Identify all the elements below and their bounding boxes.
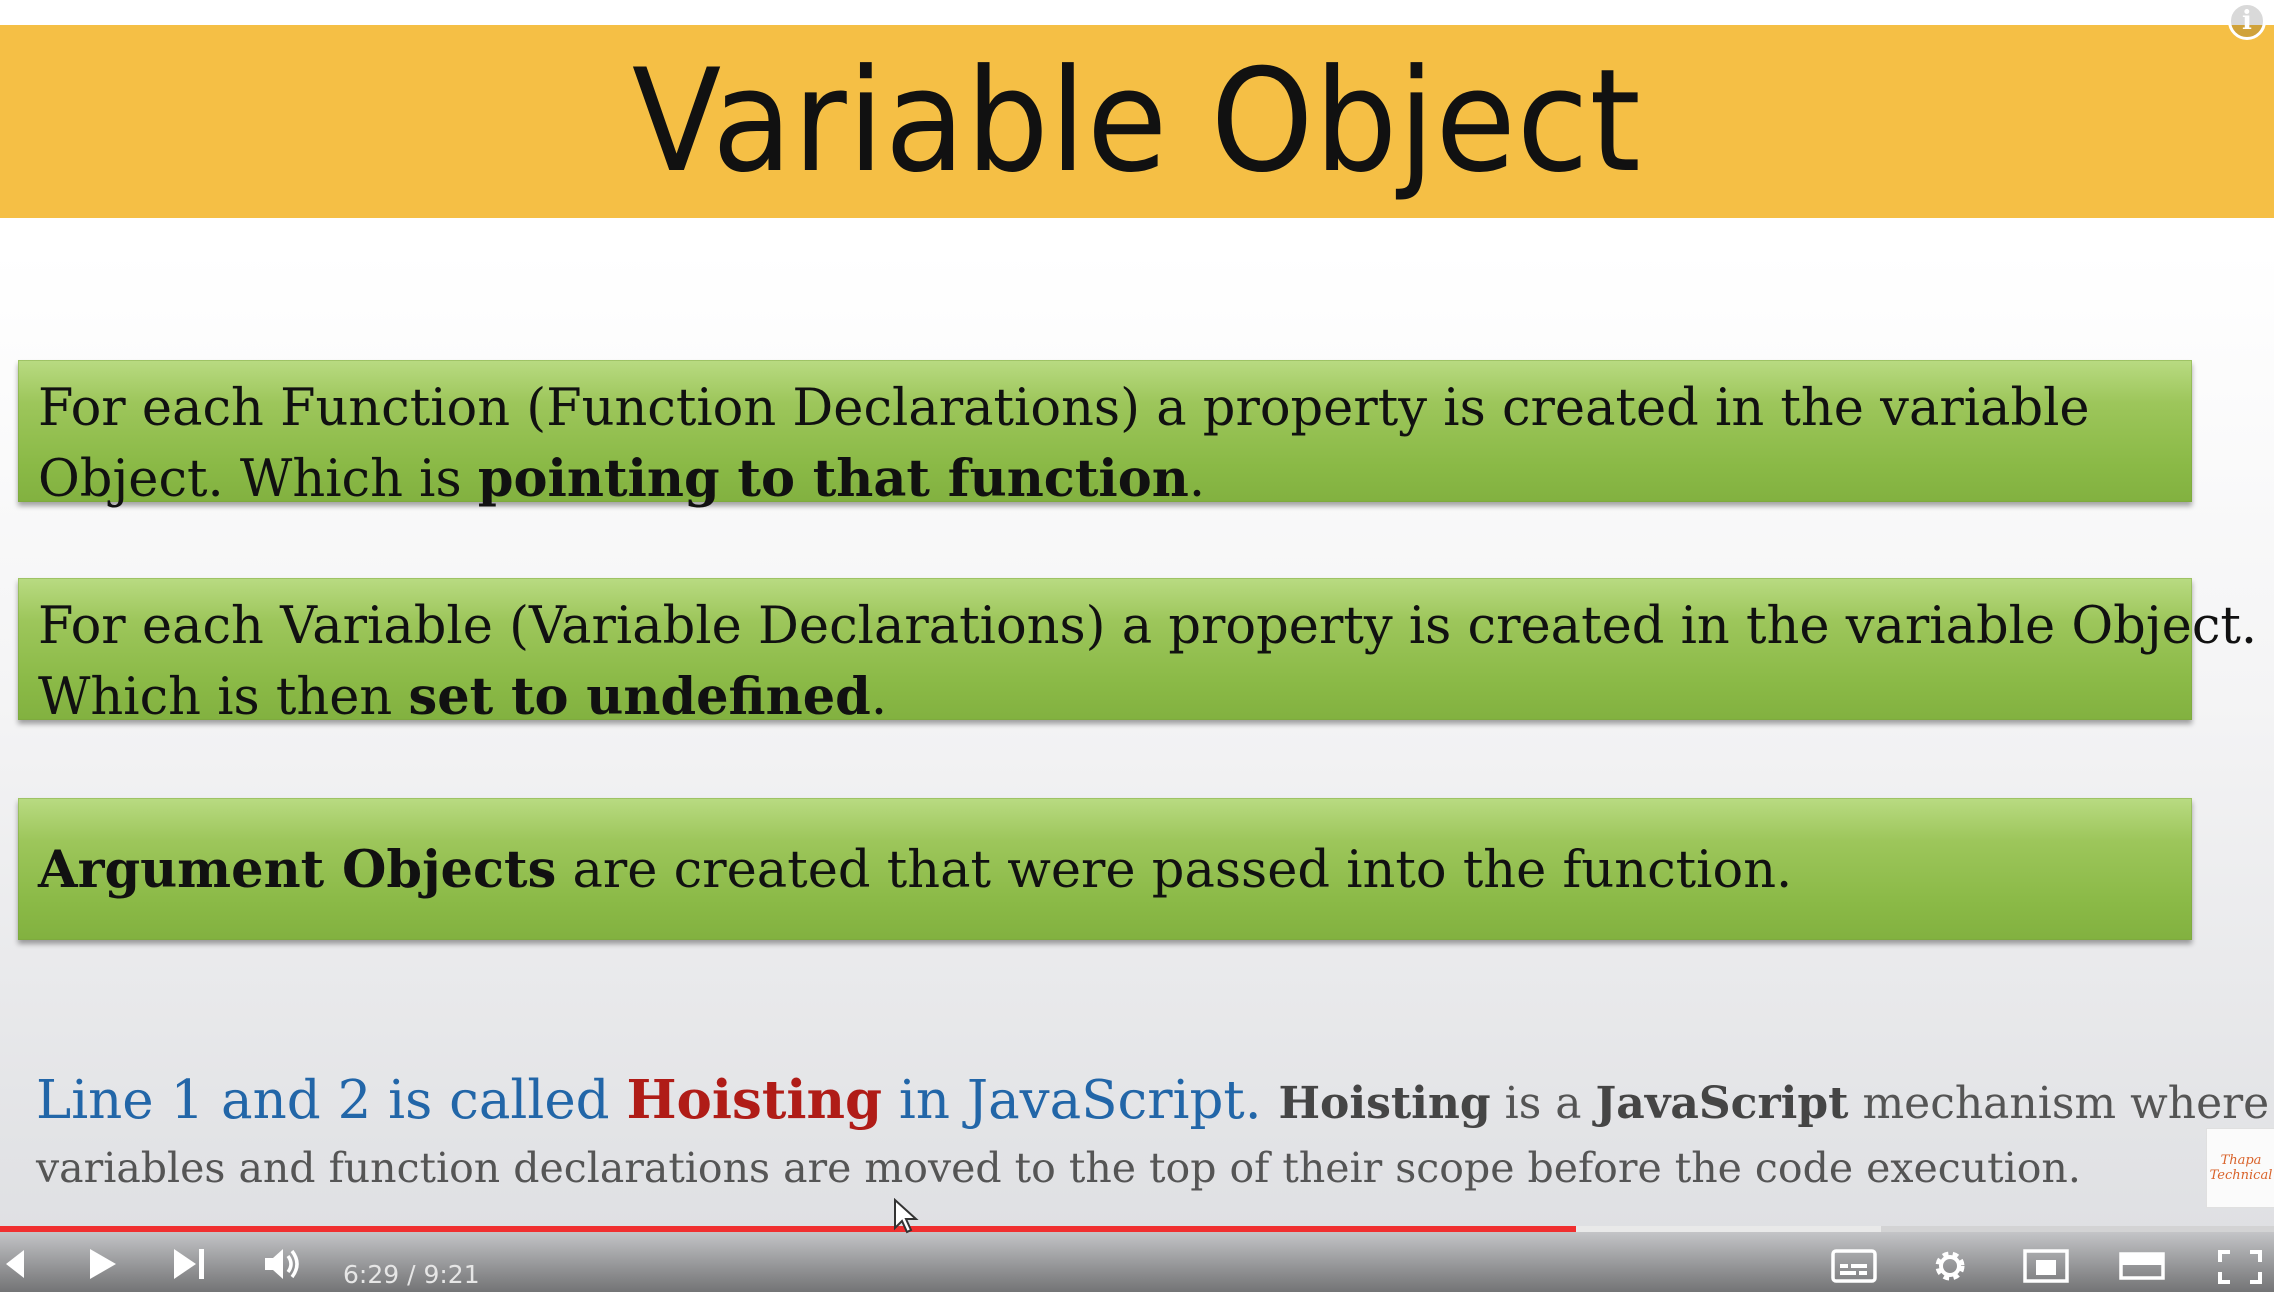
miniplayer-icon[interactable] xyxy=(2022,1248,2070,1284)
time-separator: / xyxy=(399,1260,424,1289)
box3-bold: Argument Objects xyxy=(38,840,557,900)
box1-line2-bold: pointing to that function xyxy=(477,449,1189,509)
subtitles-icon[interactable] xyxy=(1830,1248,1878,1284)
footer-part1: Line 1 and 2 is called xyxy=(36,1070,627,1131)
hoisting-note-line2: variables and function declarations are … xyxy=(36,1144,2081,1192)
hoisting-note-line1: Line 1 and 2 is called Hoisting in JavaS… xyxy=(36,1065,2269,1139)
fullscreen-icon[interactable] xyxy=(2216,1248,2264,1284)
info-icon[interactable]: i xyxy=(2228,2,2266,40)
box1-line2-suffix: . xyxy=(1188,450,1206,509)
hoisting-note: Line 1 and 2 is called Hoisting in JavaS… xyxy=(36,1065,2269,1197)
footer-part3: is a xyxy=(1490,1078,1596,1129)
footer-hoisting-bold: Hoisting xyxy=(1278,1078,1491,1129)
theater-mode-icon[interactable] xyxy=(2118,1248,2166,1284)
duration: 9:21 xyxy=(423,1260,480,1289)
slide-title: Variable Object xyxy=(632,39,1642,204)
play-icon[interactable] xyxy=(84,1246,120,1282)
box1-line2-prefix: Object. Which is xyxy=(38,450,478,509)
variable-declaration-box: For each Variable (Variable Declarations… xyxy=(18,578,2258,727)
footer-part2: in JavaScript. xyxy=(882,1070,1262,1131)
box3-line: Argument Objects are created that were p… xyxy=(38,835,2192,906)
previous-icon[interactable] xyxy=(0,1246,30,1282)
settings-icon[interactable] xyxy=(1928,1246,1972,1286)
slide-frame: Variable Object i For each Function (Fun… xyxy=(0,0,2274,1292)
box3-rest: are created that were passed into the fu… xyxy=(556,841,1793,900)
function-declaration-box: For each Function (Function Declarations… xyxy=(18,360,2192,509)
volume-icon[interactable] xyxy=(262,1246,306,1282)
box2-line2-bold: set to undefined xyxy=(408,667,871,727)
channel-watermark[interactable]: Thapa Technical xyxy=(2206,1128,2274,1208)
next-icon[interactable] xyxy=(170,1246,210,1282)
argument-objects-box: Argument Objects are created that were p… xyxy=(18,798,2192,940)
player-controls: 6:29 / 9:21 xyxy=(0,1232,2274,1292)
footer-part4: mechanism where xyxy=(1848,1078,2270,1129)
current-time: 6:29 xyxy=(343,1260,400,1289)
footer-hoisting-red: Hoisting xyxy=(626,1069,883,1131)
mouse-cursor-icon xyxy=(894,1198,919,1234)
box2-line1: For each Variable (Variable Declarations… xyxy=(38,597,2258,656)
box2-line2: Which is then set to undefined. xyxy=(38,662,2192,733)
box1-line2: Object. Which is pointing to that functi… xyxy=(38,444,2192,515)
box2-line2-suffix: . xyxy=(870,668,888,727)
title-bar: Variable Object xyxy=(0,25,2274,218)
footer-javascript-bold: JavaScript xyxy=(1595,1078,1849,1129)
time-display: 6:29 / 9:21 xyxy=(343,1260,480,1289)
box1-line1: For each Function (Function Declarations… xyxy=(38,379,2090,438)
box2-line2-prefix: Which is then xyxy=(38,668,409,727)
